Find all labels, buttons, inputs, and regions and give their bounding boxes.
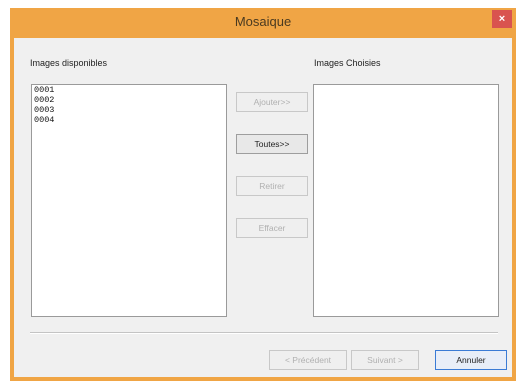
chosen-images-label: Images Choisies: [314, 58, 381, 68]
list-item[interactable]: 0002: [32, 95, 226, 105]
window-title: Mosaique: [234, 14, 292, 29]
list-item[interactable]: 0001: [32, 85, 226, 95]
next-button[interactable]: Suivant >: [351, 350, 419, 370]
remove-button[interactable]: Retirer: [236, 176, 308, 196]
available-images-label: Images disponibles: [30, 58, 108, 68]
chosen-images-list[interactable]: [313, 84, 499, 317]
add-all-button[interactable]: Toutes>>: [236, 134, 308, 154]
list-item[interactable]: 0004: [32, 115, 226, 125]
footer-divider: [30, 332, 498, 334]
mosaique-dialog: Mosaique × Images disponibles 0001 0002 …: [10, 8, 516, 381]
title-bar[interactable]: Mosaique ×: [10, 8, 516, 38]
available-images-list[interactable]: 0001 0002 0003 0004: [31, 84, 227, 317]
close-button[interactable]: ×: [492, 10, 512, 28]
dialog-body: Images disponibles 0001 0002 0003 0004 A…: [14, 38, 512, 377]
add-button[interactable]: Ajouter>>: [236, 92, 308, 112]
clear-button[interactable]: Effacer: [236, 218, 308, 238]
previous-button[interactable]: < Précédent: [269, 350, 347, 370]
list-item[interactable]: 0003: [32, 105, 226, 115]
cancel-button[interactable]: Annuler: [435, 350, 507, 370]
